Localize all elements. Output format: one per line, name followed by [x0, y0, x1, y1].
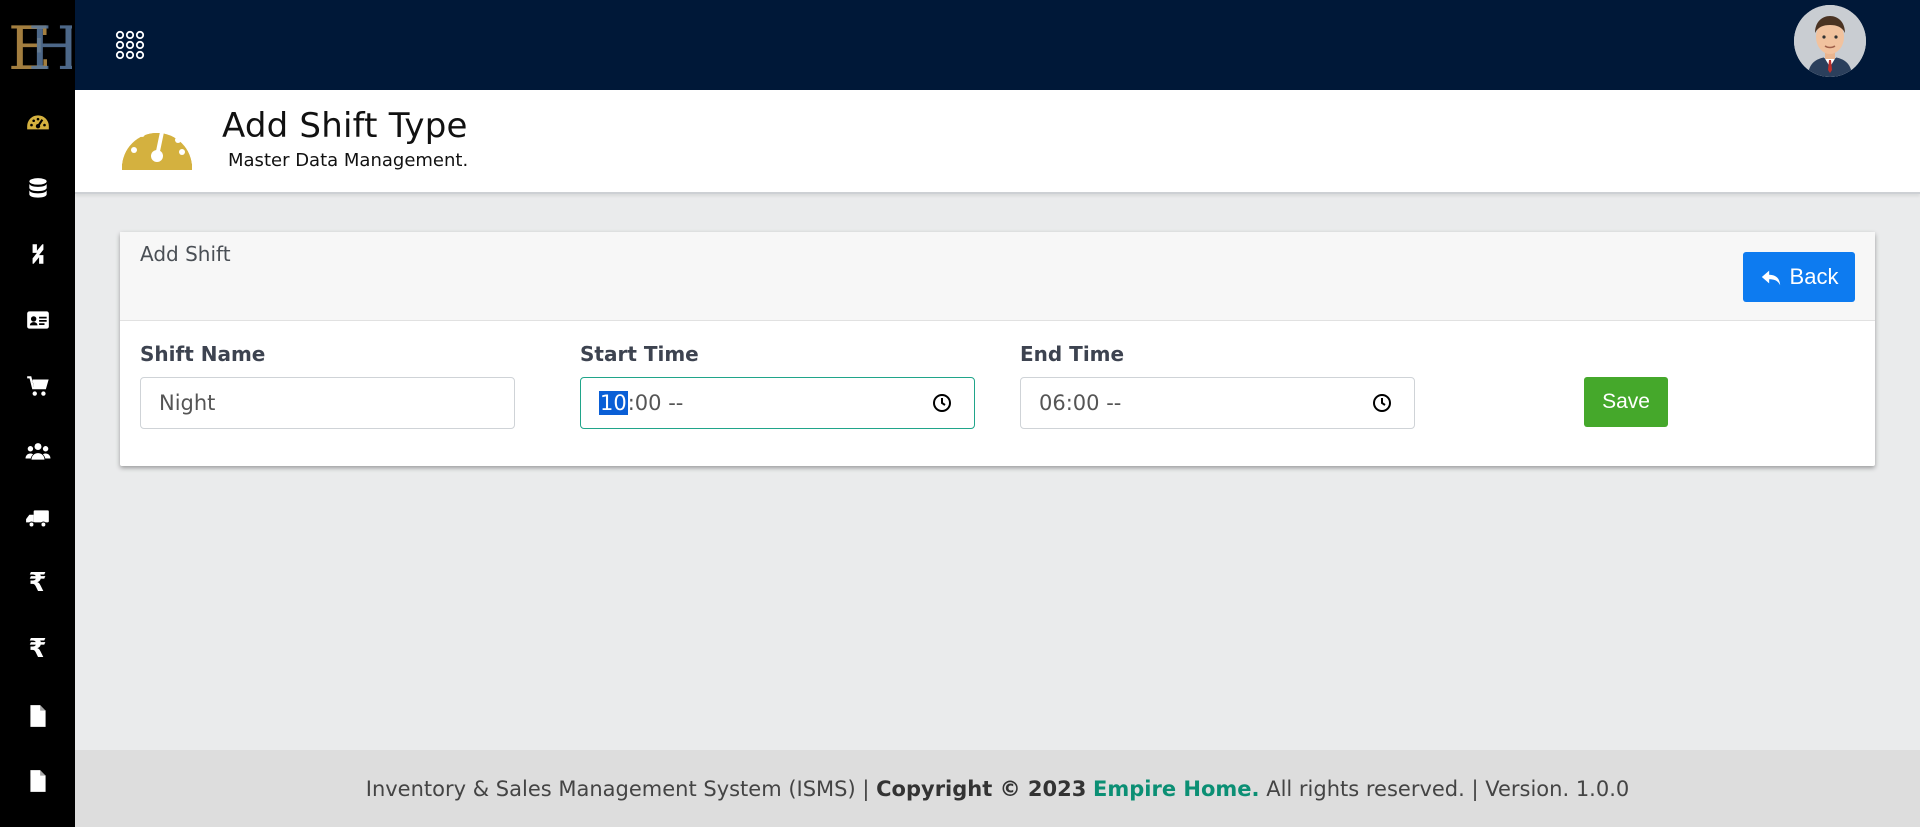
apps-grid-icon[interactable]	[113, 28, 147, 62]
page-subtitle: Master Data Management.	[228, 150, 469, 171]
shift-name-label: Shift Name	[140, 342, 266, 366]
database-icon[interactable]	[0, 169, 75, 209]
start-time-hour-segment[interactable]: 10	[599, 391, 628, 415]
page-header: Add Shift Type Master Data Management.	[75, 90, 1920, 194]
end-time-input[interactable]: 06:00 --	[1020, 377, 1415, 429]
footer-copyright: Copyright © 2023	[876, 776, 1087, 801]
rupee-icon[interactable]: ₹	[0, 629, 75, 669]
truck-icon[interactable]	[0, 498, 75, 538]
file-icon[interactable]	[0, 696, 75, 736]
page-title: Add Shift Type	[222, 106, 468, 146]
start-time-input[interactable]: 10:00 --	[580, 377, 975, 429]
end-time-value: 06:00 --	[1039, 391, 1122, 415]
footer: Inventory & Sales Management System (ISM…	[75, 750, 1920, 827]
app-logo[interactable]: E H	[0, 0, 75, 90]
product-hunt-icon[interactable]	[0, 234, 75, 274]
save-button[interactable]: Save	[1584, 377, 1668, 427]
end-time-label: End Time	[1020, 342, 1125, 366]
dashboard-icon[interactable]	[0, 104, 75, 144]
card-title: Add Shift	[140, 242, 231, 266]
add-shift-card: Add Shift Back Shift Name Night Start Ti…	[120, 232, 1875, 466]
start-time-rest: :00 --	[627, 391, 684, 415]
back-button-label: Back	[1789, 264, 1839, 289]
cart-icon[interactable]	[0, 366, 75, 406]
sidebar: E H ₹ ₹	[0, 0, 75, 827]
start-time-label: Start Time	[580, 342, 699, 366]
footer-suffix: All rights reserved. | Version. 1.0.0	[1259, 776, 1630, 801]
reply-arrow-icon	[1761, 270, 1780, 286]
back-button[interactable]: Back	[1743, 252, 1855, 302]
top-navbar	[75, 0, 1920, 90]
shift-name-input[interactable]: Night	[140, 377, 515, 429]
card-header: Add Shift Back	[120, 232, 1875, 321]
footer-brand-link[interactable]: Empire Home.	[1093, 777, 1259, 801]
id-card-icon[interactable]	[0, 300, 75, 340]
user-avatar[interactable]	[1794, 5, 1866, 77]
svg-text:H: H	[28, 14, 72, 79]
file-icon[interactable]	[0, 761, 75, 801]
clock-icon[interactable]	[1372, 393, 1392, 413]
rupee-icon[interactable]: ₹	[0, 563, 75, 603]
users-icon[interactable]	[0, 432, 75, 472]
footer-prefix: Inventory & Sales Management System (ISM…	[365, 776, 877, 801]
shift-name-value: Night	[159, 391, 216, 415]
clock-icon[interactable]	[932, 393, 952, 413]
dashboard-gauge-icon	[120, 110, 194, 170]
